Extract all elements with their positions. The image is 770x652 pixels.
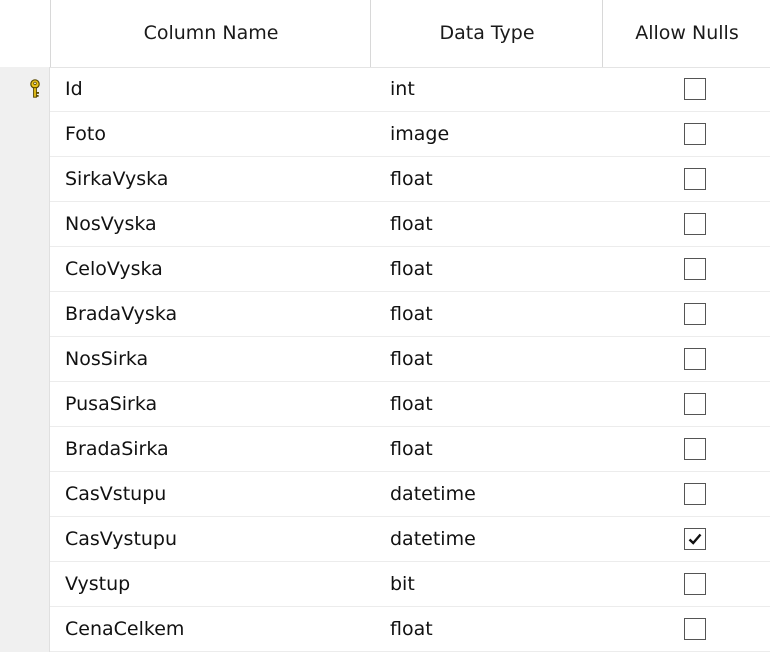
table-row[interactable]: NosVyska float <box>0 202 770 247</box>
table-row[interactable]: CenaCelkem float <box>0 607 770 652</box>
column-name-cell[interactable]: CeloVyska <box>65 247 163 292</box>
checkmark-icon <box>688 533 702 545</box>
column-name-header[interactable]: Column Name <box>50 0 371 67</box>
table-row[interactable]: BradaSirka float <box>0 427 770 472</box>
data-type-cell[interactable]: int <box>390 67 415 112</box>
allow-nulls-checkbox[interactable] <box>684 123 706 145</box>
row-selector[interactable] <box>0 67 50 112</box>
table-designer-grid: Column Name Data Type Allow Nulls Id int F… <box>0 0 770 652</box>
table-row[interactable]: Foto image <box>0 112 770 157</box>
grid-header: Column Name Data Type Allow Nulls <box>0 0 770 68</box>
row-selector[interactable] <box>0 607 50 652</box>
table-row[interactable]: CeloVyska float <box>0 247 770 292</box>
column-name-cell[interactable]: Vystup <box>65 562 130 607</box>
row-selector[interactable] <box>0 292 50 337</box>
allow-nulls-checkbox[interactable] <box>684 78 706 100</box>
data-type-cell[interactable]: float <box>390 202 433 247</box>
allow-nulls-checkbox[interactable] <box>684 303 706 325</box>
allow-nulls-checkbox[interactable] <box>684 213 706 235</box>
column-name-cell[interactable]: BradaSirka <box>65 427 169 472</box>
column-name-cell[interactable]: CasVystupu <box>65 517 177 562</box>
row-selector[interactable] <box>0 247 50 292</box>
allow-nulls-checkbox[interactable] <box>684 258 706 280</box>
data-type-cell[interactable]: image <box>390 112 449 157</box>
data-type-cell[interactable]: float <box>390 157 433 202</box>
table-row[interactable]: BradaVyska float <box>0 292 770 337</box>
data-type-cell[interactable]: float <box>390 427 433 472</box>
column-name-cell[interactable]: NosSirka <box>65 337 148 382</box>
column-name-cell[interactable]: BradaVyska <box>65 292 177 337</box>
data-type-cell[interactable]: float <box>390 292 433 337</box>
key-icon <box>30 79 40 98</box>
column-name-cell[interactable]: NosVyska <box>65 202 157 247</box>
row-selector[interactable] <box>0 202 50 247</box>
row-selector[interactable] <box>0 472 50 517</box>
row-selector[interactable] <box>0 337 50 382</box>
allow-nulls-checkbox[interactable] <box>684 618 706 640</box>
column-name-cell[interactable]: Foto <box>65 112 106 157</box>
data-type-cell[interactable]: bit <box>390 562 415 607</box>
column-name-cell[interactable]: SirkaVyska <box>65 157 168 202</box>
column-name-cell[interactable]: CasVstupu <box>65 472 166 517</box>
data-type-header[interactable]: Data Type <box>370 0 603 67</box>
data-type-cell[interactable]: float <box>390 337 433 382</box>
column-name-cell[interactable]: Id <box>65 67 83 112</box>
table-row[interactable]: NosSirka float <box>0 337 770 382</box>
column-name-cell[interactable]: CenaCelkem <box>65 607 184 652</box>
table-row[interactable]: CasVstupu datetime <box>0 472 770 517</box>
column-name-cell[interactable]: PusaSirka <box>65 382 157 427</box>
data-type-cell[interactable]: float <box>390 247 433 292</box>
allow-nulls-checkbox[interactable] <box>684 483 706 505</box>
row-selector[interactable] <box>0 427 50 472</box>
allow-nulls-checkbox[interactable] <box>684 573 706 595</box>
row-selector[interactable] <box>0 157 50 202</box>
table-row[interactable]: SirkaVyska float <box>0 157 770 202</box>
header-selector-cell <box>0 0 50 67</box>
allow-nulls-header[interactable]: Allow Nulls <box>602 0 770 67</box>
allow-nulls-checkbox[interactable] <box>684 348 706 370</box>
table-row[interactable]: PusaSirka float <box>0 382 770 427</box>
table-row[interactable]: CasVystupu datetime <box>0 517 770 562</box>
data-type-cell[interactable]: datetime <box>390 517 476 562</box>
allow-nulls-checkbox[interactable] <box>684 393 706 415</box>
allow-nulls-checkbox[interactable] <box>684 438 706 460</box>
table-row[interactable]: Id int <box>0 67 770 112</box>
data-type-cell[interactable]: float <box>390 607 433 652</box>
allow-nulls-checkbox[interactable] <box>684 168 706 190</box>
data-type-cell[interactable]: float <box>390 382 433 427</box>
table-row[interactable]: Vystup bit <box>0 562 770 607</box>
allow-nulls-checkbox[interactable] <box>684 528 706 550</box>
row-selector[interactable] <box>0 382 50 427</box>
row-selector[interactable] <box>0 517 50 562</box>
data-type-cell[interactable]: datetime <box>390 472 476 517</box>
row-selector[interactable] <box>0 112 50 157</box>
row-selector[interactable] <box>0 562 50 607</box>
